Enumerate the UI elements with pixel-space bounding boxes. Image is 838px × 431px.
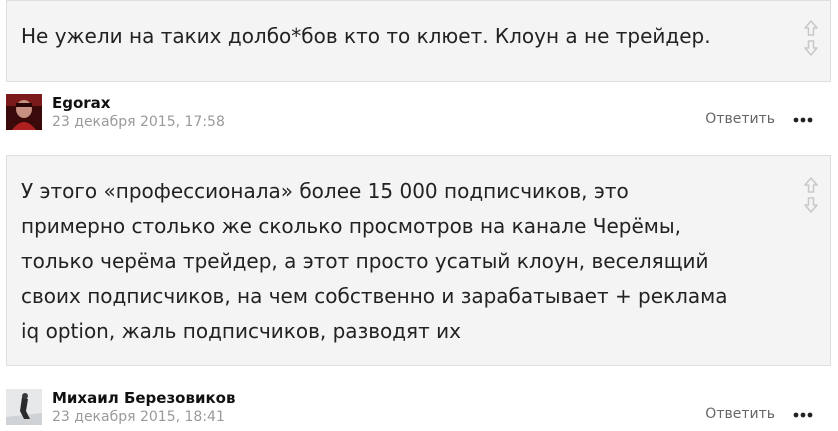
comment-text: Не ужели на таких долбо*бов кто то клюет… bbox=[21, 24, 711, 48]
vote-up-icon[interactable] bbox=[803, 176, 819, 196]
more-dots-icon[interactable] bbox=[792, 407, 814, 423]
avatar-icon[interactable] bbox=[6, 389, 42, 425]
comments-page: Не ужели на таких долбо*бов кто то клюет… bbox=[0, 0, 838, 431]
reply-button[interactable]: Ответить bbox=[705, 111, 775, 127]
vote-down-icon[interactable] bbox=[803, 196, 819, 216]
more-dots-icon[interactable] bbox=[792, 112, 814, 128]
comment-meta: Михаил Березовиков 23 декабря 2015, 18:4… bbox=[6, 389, 832, 429]
comment-box: У этого «профессионала» более 15 000 под… bbox=[6, 155, 831, 366]
comment-date: 23 декабря 2015, 18:41 bbox=[52, 409, 225, 425]
author-name[interactable]: Михаил Березовиков bbox=[52, 389, 235, 407]
vote-controls bbox=[803, 176, 819, 216]
vote-controls bbox=[803, 19, 819, 59]
comment-box: Не ужели на таких долбо*бов кто то клюет… bbox=[6, 0, 831, 82]
avatar-icon[interactable] bbox=[6, 94, 42, 130]
vote-up-icon[interactable] bbox=[803, 19, 819, 39]
reply-button[interactable]: Ответить bbox=[705, 406, 775, 422]
comment-meta: Egorax 23 декабря 2015, 17:58 Ответить bbox=[6, 94, 832, 134]
vote-down-icon[interactable] bbox=[803, 39, 819, 59]
comment-date: 23 декабря 2015, 17:58 bbox=[52, 114, 225, 130]
comment-text: У этого «профессионала» более 15 000 под… bbox=[21, 179, 728, 343]
author-name[interactable]: Egorax bbox=[52, 94, 110, 112]
